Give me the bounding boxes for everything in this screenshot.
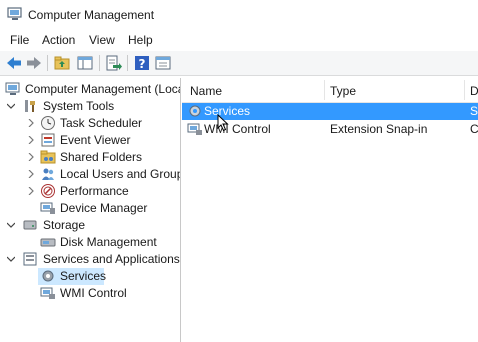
tree-item-services[interactable]: Services xyxy=(0,268,180,285)
cell-description: C xyxy=(470,122,478,136)
menu-action[interactable]: Action xyxy=(42,33,75,47)
menu-bar: File Action View Help xyxy=(0,30,478,50)
tree-label: Services and Applications xyxy=(43,252,180,266)
tree-item-storage[interactable]: Storage xyxy=(0,217,180,234)
mouse-cursor-icon xyxy=(217,114,229,132)
column-divider[interactable] xyxy=(324,80,325,100)
tree-item-computer-management[interactable]: Computer Management (Local xyxy=(0,81,180,98)
tree-label: Task Scheduler xyxy=(60,116,143,130)
tree-item-event-viewer[interactable]: Event Viewer xyxy=(0,132,180,149)
tree-label: Performance xyxy=(60,184,129,198)
column-header-name[interactable]: Name xyxy=(190,84,222,98)
chevron-down-icon[interactable] xyxy=(7,255,15,263)
tools-icon xyxy=(25,100,35,112)
toolbar-separator xyxy=(47,55,48,71)
computer-management-icon xyxy=(5,82,20,95)
gear-icon xyxy=(42,270,54,282)
services-applications-icon xyxy=(23,252,37,266)
gear-icon xyxy=(189,105,201,117)
cell-name: WMI Control xyxy=(204,122,271,136)
storage-icon xyxy=(23,220,37,230)
users-icon xyxy=(42,168,54,180)
chevron-right-icon[interactable] xyxy=(27,136,35,144)
tree-label: WMI Control xyxy=(60,286,127,300)
tree-item-performance[interactable]: Performance xyxy=(0,183,180,200)
tree-label: Services xyxy=(60,269,107,283)
chevron-right-icon[interactable] xyxy=(27,153,35,161)
tree-label: Shared Folders xyxy=(60,150,143,164)
disk-management-icon xyxy=(40,238,56,247)
chevron-right-icon[interactable] xyxy=(27,187,35,195)
tree-item-device-manager[interactable]: Device Manager xyxy=(0,200,180,217)
chevron-down-icon[interactable] xyxy=(7,102,15,110)
event-viewer-icon xyxy=(41,133,55,147)
tree-item-shared-folders[interactable]: Shared Folders xyxy=(0,149,180,166)
chevron-right-icon[interactable] xyxy=(27,119,35,127)
cell-type: Extension Snap-in xyxy=(330,122,428,136)
tree-label: Storage xyxy=(43,218,86,232)
properties-icon[interactable] xyxy=(154,54,172,72)
column-header-type[interactable]: Type xyxy=(330,84,356,98)
tree-label: Disk Management xyxy=(60,235,157,249)
title-bar: Computer Management xyxy=(0,0,478,30)
export-list-icon[interactable] xyxy=(104,54,122,72)
column-header-row: Name Type D xyxy=(182,78,478,103)
tree-label: Event Viewer xyxy=(60,133,131,147)
toolbar-separator xyxy=(99,55,100,71)
tree-label: Device Manager xyxy=(60,201,148,215)
wmi-control-icon xyxy=(187,123,202,135)
toolbar: ? xyxy=(0,51,478,76)
tree-item-disk-management[interactable]: Disk Management xyxy=(0,234,180,251)
shared-folder-icon xyxy=(40,150,56,164)
menu-view[interactable]: View xyxy=(89,33,115,47)
computer-management-icon xyxy=(7,7,22,20)
results-pane: Name Type D Services Sl WMI Control Exte… xyxy=(182,78,478,342)
cell-description: Sl xyxy=(470,104,478,118)
svg-text:?: ? xyxy=(139,57,146,71)
tree-label: Computer Management (Local xyxy=(25,82,181,96)
tree-label: System Tools xyxy=(43,99,115,113)
back-arrow-icon[interactable] xyxy=(5,54,23,72)
device-manager-icon xyxy=(40,202,55,214)
clock-icon xyxy=(41,116,55,130)
tree-item-wmi-control[interactable]: WMI Control xyxy=(0,285,180,302)
column-divider[interactable] xyxy=(464,80,465,100)
forward-arrow-icon[interactable] xyxy=(25,54,43,72)
menu-file[interactable]: File xyxy=(10,33,29,47)
window-title: Computer Management xyxy=(28,8,155,22)
toolbar-separator xyxy=(127,55,128,71)
chevron-down-icon[interactable] xyxy=(7,221,15,229)
tree-item-system-tools[interactable]: System Tools xyxy=(0,98,180,115)
wmi-control-icon xyxy=(40,287,55,299)
chevron-right-icon[interactable] xyxy=(27,170,35,178)
menu-help[interactable]: Help xyxy=(128,33,153,47)
tree-item-task-scheduler[interactable]: Task Scheduler xyxy=(0,115,180,132)
tree-item-services-applications[interactable]: Services and Applications xyxy=(0,251,180,268)
tree-label: Local Users and Groups xyxy=(60,167,181,181)
console-tree: Computer Management (Local System Tools … xyxy=(0,78,181,342)
column-header-description[interactable]: D xyxy=(470,84,478,98)
performance-icon xyxy=(41,184,55,198)
show-hide-tree-icon[interactable] xyxy=(76,54,94,72)
tree-item-local-users[interactable]: Local Users and Groups xyxy=(0,166,180,183)
help-icon[interactable]: ? xyxy=(133,54,151,72)
up-folder-icon[interactable] xyxy=(53,54,71,72)
